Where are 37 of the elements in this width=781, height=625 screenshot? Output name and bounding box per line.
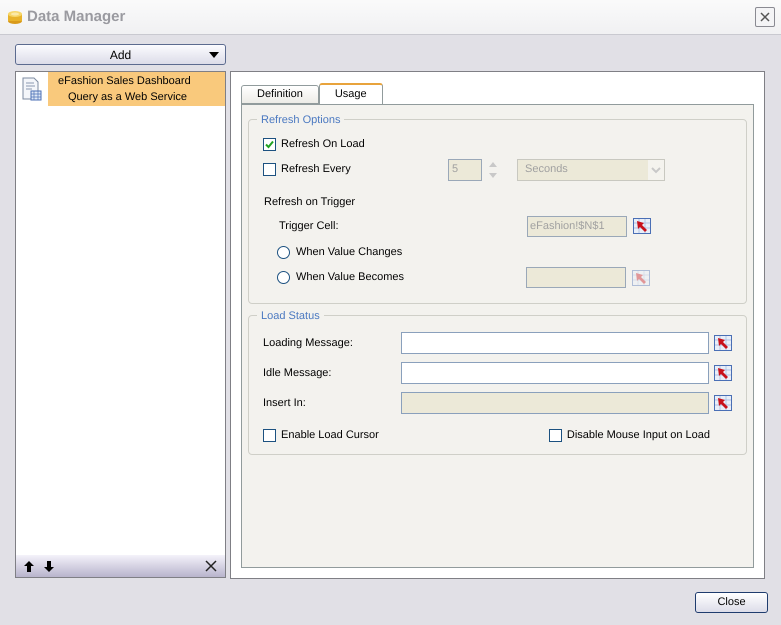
checkbox-label: Disable Mouse Input on Load [566,428,710,443]
tab[interactable]: Usage [318,83,383,104]
add-button[interactable]: Add [15,44,226,65]
down-arrow-icon[interactable] [44,560,54,572]
window-title: Data Manager [27,6,126,27]
document-icon [22,77,42,101]
cell-picker-icon[interactable] [714,335,732,351]
checkbox-label: Enable Load Cursor [281,428,379,443]
group-title: Refresh Options [257,112,344,128]
input-field[interactable] [400,362,709,384]
close-icon[interactable] [760,12,770,22]
radio-label: When Value Changes [296,245,402,260]
field-label: Trigger Cell: [279,218,340,234]
chevron-icon [648,160,664,180]
close-button[interactable] [755,7,775,27]
cell-picker-icon[interactable] [633,218,651,234]
database-icon [6,8,24,26]
checkbox[interactable] [263,138,276,151]
field-label: Idle Message: [263,366,332,381]
checkbox[interactable] [263,428,276,442]
radio-label: When Value Becomes [296,270,406,286]
input-field[interactable] [400,332,709,354]
list-item[interactable]: eFashion Sales Dashboard Query as a Web Service [48,72,225,106]
up-arrow-icon[interactable] [24,560,34,572]
checkbox-label: Refresh Every [281,162,352,178]
checkbox[interactable] [548,428,562,442]
section-label: Refresh on Trigger [264,195,356,210]
radio-button[interactable] [277,246,290,259]
delete-icon[interactable] [205,560,217,572]
caret-icon [209,52,219,58]
close-button[interactable]: Close [695,592,768,613]
checkbox-label: Refresh On Load [281,137,365,152]
field-label: Insert In: [263,396,307,411]
cell-picker-icon[interactable] [714,365,732,381]
tab[interactable]: Definition [241,85,319,104]
cell-picker-icon[interactable] [714,395,732,411]
field-label: Loading Message: [263,336,354,351]
